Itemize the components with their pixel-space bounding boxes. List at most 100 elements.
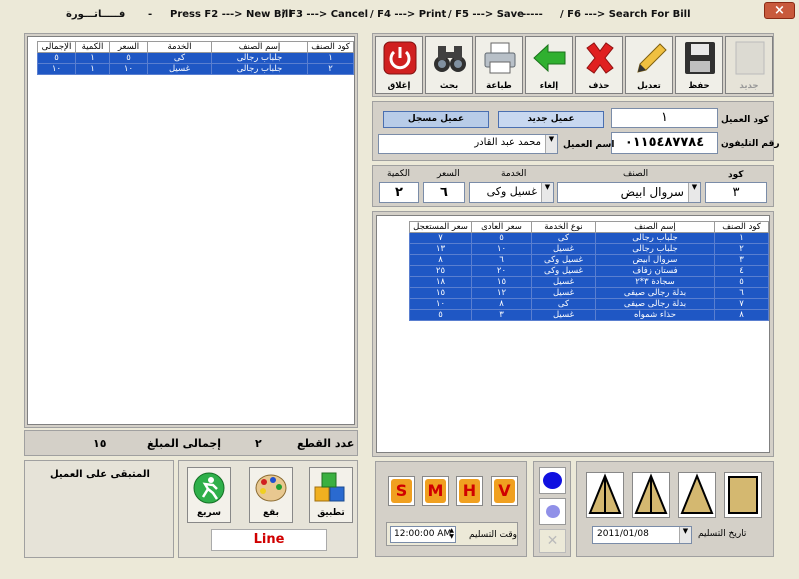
cell[interactable]: جلباب رجالى xyxy=(211,63,308,75)
cell[interactable]: ٦ xyxy=(471,254,532,266)
table-row[interactable]: ٤ فستان زفاف غسيل وكى ٢٠ ٢٥ xyxy=(409,265,769,277)
size-s-button[interactable]: S xyxy=(388,476,415,506)
chevron-down-icon[interactable]: ▼ xyxy=(541,183,553,202)
bill-col-item[interactable]: إسم الصنف xyxy=(211,41,308,53)
close-button[interactable]: إغلاق xyxy=(375,36,423,94)
color-blue-button[interactable] xyxy=(539,467,566,494)
cell[interactable]: غسيل xyxy=(531,287,596,299)
cell[interactable]: غسيل وكى xyxy=(531,254,596,266)
cell[interactable]: غسيل xyxy=(531,243,596,255)
table-row[interactable]: ٥ سجادة ٣*٢ غسيل ١٥ ١٨ xyxy=(409,276,769,288)
new-customer-button[interactable]: عميل جديد xyxy=(498,111,604,128)
delivery-time-field[interactable]: 12:00:00 AM ▲ ▼ xyxy=(390,526,456,543)
cell[interactable]: غسيل وكى xyxy=(531,265,596,277)
cell[interactable]: ١٠ xyxy=(37,63,76,75)
customer-code-field[interactable]: ١ xyxy=(611,108,718,128)
price-col-code[interactable]: كود الصنف xyxy=(714,221,769,233)
edit-button[interactable]: تعديل xyxy=(625,36,673,94)
cell[interactable]: ٢٠ xyxy=(471,265,532,277)
price-col-service[interactable]: نوع الخدمة xyxy=(531,221,596,233)
cell[interactable]: ١٠ xyxy=(409,298,472,310)
chevron-down-icon[interactable]: ▼ xyxy=(679,527,691,543)
bill-col-code[interactable]: كود الصنف xyxy=(307,41,354,53)
triangle-2-button[interactable] xyxy=(632,472,670,518)
cell[interactable]: ١ xyxy=(75,63,110,75)
clear-color-icon[interactable]: ✕ xyxy=(539,529,566,553)
table-row[interactable]: ٨ حذاء شمواه غسيل ٣ ٥ xyxy=(409,309,769,321)
cell[interactable]: ١٢ xyxy=(471,287,532,299)
triangle-1-button[interactable] xyxy=(586,472,624,518)
bill-col-service[interactable]: الخدمة xyxy=(147,41,212,53)
cell[interactable]: ٨ xyxy=(714,309,769,321)
cell[interactable]: ١٣ xyxy=(409,243,472,255)
price-col-regular[interactable]: سعر العادى xyxy=(471,221,532,233)
cell[interactable]: ٥ xyxy=(109,52,148,64)
cell[interactable]: ١ xyxy=(307,52,354,64)
cell[interactable]: بدلة رجالى صيفى xyxy=(595,298,715,310)
customer-name-combo[interactable]: محمد عبد القادر ▼ xyxy=(378,134,558,154)
save-button[interactable]: حفظ xyxy=(675,36,723,94)
search-button[interactable]: بحث xyxy=(425,36,473,94)
cell[interactable]: ٣ xyxy=(471,309,532,321)
cell[interactable]: حذاء شمواه xyxy=(595,309,715,321)
cell[interactable]: ٥ xyxy=(471,232,532,244)
cell[interactable]: ٢ xyxy=(714,243,769,255)
square-button[interactable] xyxy=(724,472,762,518)
new-button[interactable]: جديد xyxy=(725,36,773,94)
chevron-down-icon[interactable]: ▼ xyxy=(545,135,557,153)
cell[interactable]: كى xyxy=(147,52,212,64)
cell[interactable]: ١ xyxy=(75,52,110,64)
triangle-3-button[interactable] xyxy=(678,472,716,518)
qty-field[interactable]: ٢ xyxy=(379,182,419,203)
cancel-button[interactable]: إلغاء xyxy=(525,36,573,94)
cell[interactable]: ٤ xyxy=(714,265,769,277)
cell[interactable]: غسيل xyxy=(531,276,596,288)
item-name-combo[interactable]: سروال ابيض ▼ xyxy=(557,182,701,203)
bill-col-price[interactable]: السعر xyxy=(109,41,148,53)
window-close-button[interactable]: × xyxy=(764,2,795,19)
table-row[interactable]: ٢ جلباب رجالى غسيل ١٠ ١٣ xyxy=(409,243,769,255)
cell[interactable]: بدلة رجالى صيفى xyxy=(595,287,715,299)
cell[interactable]: ٢ xyxy=(307,63,354,75)
spinner-icon[interactable]: ▲ ▼ xyxy=(449,528,454,540)
bill-col-total[interactable]: الإجمالى xyxy=(37,41,76,53)
line-button[interactable]: Line xyxy=(211,529,327,551)
price-field[interactable]: ٦ xyxy=(423,182,465,203)
cell[interactable]: ٣ xyxy=(714,254,769,266)
bill-col-qty[interactable]: الكمية xyxy=(75,41,110,53)
service-combo[interactable]: غسيل وكى ▼ xyxy=(469,182,554,203)
table-row[interactable]: ١ جلباب رجالى كى ٥ ٧ xyxy=(409,232,769,244)
price-list-table[interactable]: كود الصنف إسم الصنف نوع الخدمة سعر العاد… xyxy=(409,221,769,321)
cell[interactable]: سروال ابيض xyxy=(595,254,715,266)
cell[interactable]: ٦ xyxy=(714,287,769,299)
item-code-field[interactable]: ٣ xyxy=(705,182,767,203)
price-col-urgent[interactable]: سعر المستعجل xyxy=(409,221,472,233)
stain-button[interactable]: بقع xyxy=(249,467,293,523)
cell[interactable]: ١٠ xyxy=(471,243,532,255)
cell[interactable]: ١٥ xyxy=(471,276,532,288)
table-row[interactable]: ٧ بدلة رجالى صيفى كى ٨ ١٠ xyxy=(409,298,769,310)
cell[interactable]: غسيل xyxy=(531,309,596,321)
table-row[interactable]: ٢ جلباب رجالى غسيل ١٠ ١ ١٠ xyxy=(37,63,354,75)
table-row[interactable]: ٦ بدلة رجالى صيفى غسيل ١٢ ١٥ xyxy=(409,287,769,299)
cell[interactable]: جلباب رجالى xyxy=(595,232,715,244)
chevron-down-icon[interactable]: ▼ xyxy=(688,183,700,202)
cell[interactable]: غسيل xyxy=(147,63,212,75)
price-col-item[interactable]: إسم الصنف xyxy=(595,221,715,233)
size-h-button[interactable]: H xyxy=(456,476,483,506)
cell[interactable]: ٧ xyxy=(409,232,472,244)
cell[interactable]: جلباب رجالى xyxy=(595,243,715,255)
cell[interactable]: جلباب رجالى xyxy=(211,52,308,64)
fast-button[interactable]: سريع xyxy=(187,467,231,523)
cell[interactable]: ١٨ xyxy=(409,276,472,288)
cell[interactable]: ٥ xyxy=(409,309,472,321)
size-m-button[interactable]: M xyxy=(422,476,449,506)
delete-button[interactable]: حذف xyxy=(575,36,623,94)
table-row[interactable]: ٣ سروال ابيض غسيل وكى ٦ ٨ xyxy=(409,254,769,266)
cell[interactable]: ٨ xyxy=(471,298,532,310)
cell[interactable]: ١٥ xyxy=(409,287,472,299)
cell[interactable]: ١٠ xyxy=(109,63,148,75)
registered-customer-button[interactable]: عميل مسجل xyxy=(383,111,489,128)
cell[interactable]: كى xyxy=(531,232,596,244)
cell[interactable]: ٢٥ xyxy=(409,265,472,277)
